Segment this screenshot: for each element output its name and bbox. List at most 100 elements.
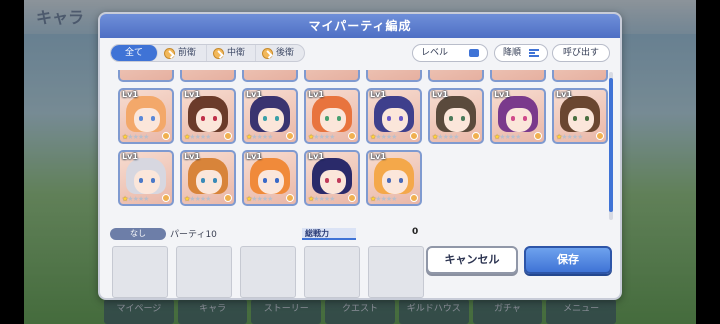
party-slot-3[interactable] (240, 246, 296, 298)
star-icon: ★ (267, 195, 273, 203)
character-card[interactable]: Lv1 ★★★★★ (180, 150, 236, 206)
filter-front[interactable]: 前衛 (158, 45, 208, 61)
character-card[interactable]: Lv1 ★★★★★ (242, 150, 298, 206)
save-button[interactable]: 保存 (524, 246, 612, 274)
star-rating: ★★★★★ (184, 133, 211, 141)
character-eye (213, 116, 217, 121)
character-card[interactable]: Lv1 ★★★★★ (366, 88, 422, 144)
character-card[interactable] (428, 70, 484, 82)
recall-button[interactable]: 呼び出す (552, 44, 610, 62)
character-card[interactable] (366, 70, 422, 82)
character-card[interactable] (242, 70, 298, 82)
character-eye (387, 178, 391, 183)
filter-middle[interactable]: 中衛 (207, 45, 257, 61)
star-icon: ★ (329, 195, 335, 203)
filter-back[interactable]: 後衛 (256, 45, 304, 61)
character-level: Lv1 (556, 90, 572, 99)
party-slot-4[interactable] (304, 246, 360, 298)
character-eye (461, 116, 465, 121)
star-rating: ★★★★★ (122, 133, 149, 141)
character-eye (151, 116, 155, 121)
character-portrait-face (258, 108, 284, 132)
star-rating: ★★★★★ (432, 133, 459, 141)
card-view-icon (469, 49, 479, 57)
character-eye (263, 116, 267, 121)
character-level: Lv1 (184, 90, 200, 99)
character-eye (449, 116, 453, 121)
character-card[interactable]: Lv1 ★★★★★ (490, 88, 546, 144)
character-eye (337, 178, 341, 183)
character-eye (511, 116, 515, 121)
character-card[interactable]: Lv1 ★★★★★ (304, 88, 360, 144)
position-marker-icon (162, 132, 170, 140)
front-position-icon (164, 47, 176, 59)
star-rating: ★★★★★ (308, 133, 335, 141)
character-card[interactable]: Lv1 ★★★★★ (304, 150, 360, 206)
character-card[interactable] (552, 70, 608, 82)
character-portrait-face (320, 170, 346, 194)
character-card[interactable]: Lv1 ★★★★★ (552, 88, 608, 144)
character-level: Lv1 (370, 152, 386, 161)
grid-scrollbar[interactable] (609, 72, 613, 220)
character-eye (139, 178, 143, 183)
character-eye (201, 116, 205, 121)
character-portrait-face (506, 108, 532, 132)
order-button[interactable]: 降順 (494, 44, 548, 62)
party-tag: なし (110, 228, 166, 240)
star-rating: ★★★★★ (556, 133, 583, 141)
position-marker-icon (596, 132, 604, 140)
character-row: Lv1 ★★★★★ Lv1 ★★★★★ Lv1 ★★★★★ Lv1 ★★★★★ Lv1 ★★★★★ (118, 150, 422, 206)
party-slot-1[interactable] (112, 246, 168, 298)
character-card[interactable]: Lv1 ★★★★★ (242, 88, 298, 144)
character-portrait-face (196, 108, 222, 132)
position-marker-icon (162, 194, 170, 202)
party-slots (112, 246, 424, 298)
character-card[interactable] (118, 70, 174, 82)
character-level: Lv1 (122, 90, 138, 99)
character-portrait-face (382, 170, 408, 194)
character-eye (139, 116, 143, 121)
star-rating: ★★★★★ (308, 195, 335, 203)
character-eye (387, 116, 391, 121)
character-portrait-face (444, 108, 470, 132)
star-icon: ★ (143, 195, 149, 203)
character-portrait-face (258, 170, 284, 194)
character-eye (275, 178, 279, 183)
character-card[interactable] (180, 70, 236, 82)
character-card[interactable]: Lv1 ★★★★★ (118, 150, 174, 206)
position-marker-icon (348, 194, 356, 202)
character-card[interactable] (304, 70, 360, 82)
scrollbar-thumb[interactable] (609, 78, 613, 212)
star-rating: ★★★★★ (370, 195, 397, 203)
star-rating: ★★★★★ (122, 195, 149, 203)
character-portrait-face (134, 108, 160, 132)
filter-all[interactable]: 全て (111, 45, 159, 61)
cancel-button[interactable]: キャンセル (426, 246, 518, 274)
character-card[interactable]: Lv1 ★★★★★ (118, 88, 174, 144)
character-row-partial (118, 70, 608, 82)
level-sort-button[interactable]: レベル (412, 44, 488, 62)
character-grid: Lv1 ★★★★★ Lv1 ★★★★★ Lv1 ★★★★★ Lv1 ★★★★★ Lv1 ★★★★★… (118, 70, 610, 224)
character-card[interactable]: Lv1 ★★★★★ (366, 150, 422, 206)
position-marker-icon (348, 132, 356, 140)
party-slot-2[interactable] (176, 246, 232, 298)
order-label: 降順 (503, 48, 522, 58)
star-rating: ★★★★★ (184, 195, 211, 203)
character-row: Lv1 ★★★★★ Lv1 ★★★★★ Lv1 ★★★★★ Lv1 ★★★★★ Lv1 ★★★★★… (118, 88, 608, 144)
party-slot-5[interactable] (368, 246, 424, 298)
character-card[interactable]: Lv1 ★★★★★ (428, 88, 484, 144)
position-marker-icon (534, 132, 542, 140)
position-marker-icon (286, 194, 294, 202)
character-level: Lv1 (432, 90, 448, 99)
filter-back-label: 後衛 (276, 48, 295, 58)
character-level: Lv1 (370, 90, 386, 99)
character-eye (399, 116, 403, 121)
character-eye (573, 116, 577, 121)
character-portrait-face (568, 108, 594, 132)
character-eye (337, 116, 341, 121)
character-portrait-face (382, 108, 408, 132)
star-icon: ★ (267, 133, 273, 141)
character-card[interactable]: Lv1 ★★★★★ (180, 88, 236, 144)
character-card[interactable] (490, 70, 546, 82)
character-level: Lv1 (122, 152, 138, 161)
